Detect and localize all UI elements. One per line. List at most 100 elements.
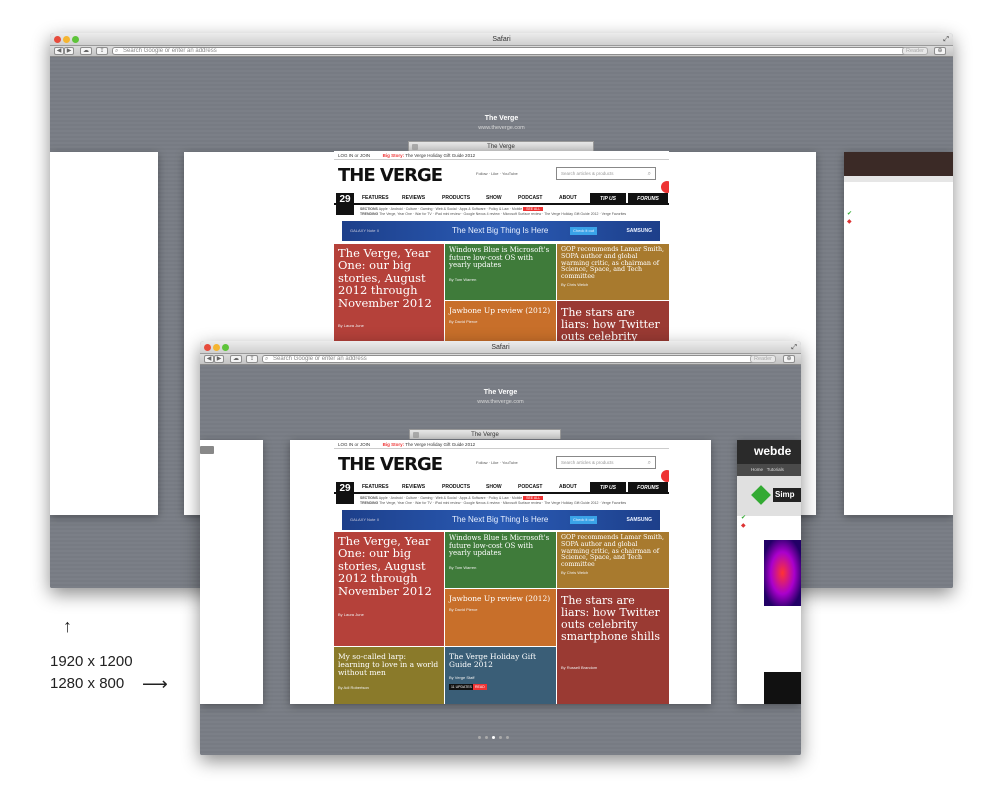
icloud-tabs-button[interactable]: ☁ [230,355,242,363]
downloads-button[interactable]: ⊕ [934,47,946,55]
address-field[interactable]: ⌕ Search Google or enter an address [112,47,920,55]
nav-about[interactable]: ABOUT [559,484,577,490]
search-icon: ⌕ [647,171,651,177]
reader-button[interactable]: Reader [902,47,928,55]
date-badge: 29 [336,193,354,215]
left-tab-page[interactable] [50,152,158,515]
forums-button[interactable]: FORUMS [628,193,668,205]
nav-features[interactable]: FEATURES [362,484,389,490]
nav-products[interactable]: PRODUCTS [442,195,470,201]
close-tab-icon[interactable] [413,432,419,438]
tile-larp[interactable]: My so-called larp: learning to love in a… [334,647,444,704]
forward-button[interactable]: ▶ [64,47,74,55]
arrow-right-icon: ⟶ [142,674,168,694]
forums-button[interactable]: FORUMS [628,482,668,494]
page-url: www.theverge.com [477,399,524,405]
login-link[interactable]: LOG IN [338,442,353,447]
main-nav: 29 FEATURES REVIEWS PRODUCTS SHOW PODCAS… [334,193,669,215]
verge-logo[interactable]: THE VERGE [338,165,443,186]
right-tab-page[interactable]: ✔ ◆ [844,152,953,515]
toolbar: ◀ ▶ ☁ ⇪ ⌕ Search Google or enter an addr… [200,354,801,365]
tile-jawbone[interactable]: Jawbone Up review (2012) By David Pierce [445,589,556,646]
page-indicator-dots[interactable] [476,726,511,744]
verge-logo[interactable]: THE VERGE [338,454,443,475]
page-url: www.theverge.com [478,125,525,131]
verge-page-large[interactable]: LOG IN or JOIN Big Story: The Verge Holi… [334,151,669,344]
nav-products[interactable]: PRODUCTS [442,484,470,490]
login-link[interactable]: LOG IN [338,153,353,158]
tile-gop[interactable]: GOP recommends Lamar Smith, SOPA author … [557,244,669,300]
left-tab-page[interactable] [200,440,263,704]
ad-banner[interactable]: GALAXY Note II The Next Big Thing Is Her… [342,510,660,530]
verge-page-small[interactable]: LOG IN or JOIN Big Story: The Verge Holi… [334,440,669,704]
nav-show[interactable]: SHOW [486,195,502,201]
nav-podcast[interactable]: PODCAST [518,195,542,201]
close-button[interactable] [204,344,211,351]
tile-jawbone[interactable]: Jawbone Up review (2012) By David Pierce [445,301,556,344]
sections-bar: SECTIONS Apple · Android · Culture · Gam… [360,496,627,505]
address-field[interactable]: ⌕ Search Google or enter an address [262,355,772,363]
search-input[interactable]: Search articles & products ⌕ [556,167,656,180]
tip-us-button[interactable]: TIP US [590,482,626,494]
page-title: The Verge [484,115,519,122]
zoom-button[interactable] [72,36,79,43]
minimize-button[interactable] [63,36,70,43]
big-story-label: Big Story: [382,153,405,158]
tile-year-one[interactable]: The Verge, Year One: our big stories, Au… [334,532,444,646]
read-badge[interactable]: READ [473,684,487,690]
window-title: Safari [491,344,510,351]
icloud-tabs-button[interactable]: ☁ [80,47,92,55]
ad-banner[interactable]: GALAXY Note II The Next Big Thing Is Her… [342,221,660,241]
right-site-logo: webde [754,444,792,458]
see-all-button[interactable]: SEE ALL [523,207,544,211]
close-button[interactable] [54,36,61,43]
tile-stars-liars[interactable]: The stars are liars: how Twitter outs ce… [557,301,669,344]
tile-windows-blue[interactable]: Windows Blue is Microsoft's future low-c… [445,244,556,300]
close-tab-icon[interactable] [412,144,418,150]
title-bar[interactable]: Safari ⤢ [50,33,953,46]
tile-gift-guide[interactable]: The Verge Holiday Gift Guide 2012 By Ver… [445,647,556,704]
page-title: The Verge [483,389,518,396]
right-tab-page[interactable]: webde Home Tutorials Simp ✔ ◆ [737,440,801,704]
fullscreen-icon[interactable]: ⤢ [943,33,949,46]
title-bar[interactable]: Safari ⤢ [200,341,801,354]
zoom-button[interactable] [222,344,229,351]
nav-features[interactable]: FEATURES [362,195,389,201]
forward-button[interactable]: ▶ [214,355,224,363]
share-button[interactable]: ⇪ [246,355,258,363]
tab-label-verge[interactable]: The Verge [408,141,594,151]
downloads-button[interactable]: ⊕ [783,355,795,363]
toolbar: ◀ ▶ ☁ ⇪ ⌕ Search Google or enter an addr… [50,46,953,57]
search-icon: ⌕ [115,48,119,54]
search-input[interactable]: Search articles & products ⌕ [556,456,656,469]
nav-reviews[interactable]: REVIEWS [402,484,425,490]
tab-label-verge[interactable]: The Verge [409,429,561,439]
window-title: Safari [492,36,511,43]
minimize-button[interactable] [213,344,220,351]
social-links[interactable]: Follow · Like · YouTube [476,171,518,176]
tile-year-one[interactable]: The Verge, Year One: our big stories, Au… [334,244,444,344]
small-size-label: 1280 x 800 [50,675,125,692]
big-story-link[interactable]: The Verge Holiday Gift Guide 2012 [405,153,475,158]
or-text: or [354,153,359,158]
join-link[interactable]: JOIN [360,153,370,158]
back-button[interactable]: ◀ [54,47,64,55]
social-links[interactable]: Follow · Like · YouTube [476,460,518,465]
join-link[interactable]: JOIN [360,442,370,447]
back-button[interactable]: ◀ [204,355,214,363]
date-badge: 29 [336,482,354,504]
tile-gop[interactable]: GOP recommends Lamar Smith, SOPA author … [557,532,669,588]
nav-show[interactable]: SHOW [486,484,502,490]
nav-podcast[interactable]: PODCAST [518,484,542,490]
reader-button[interactable]: Reader [750,355,776,363]
tile-stars-liars[interactable]: The stars are liars: how Twitter outs ce… [557,589,669,704]
nav-about[interactable]: ABOUT [559,195,577,201]
tip-us-button[interactable]: TIP US [590,193,626,205]
tile-windows-blue[interactable]: Windows Blue is Microsoft's future low-c… [445,532,556,588]
address-placeholder: Search Google or enter an address [123,48,217,54]
big-story-link[interactable]: The Verge Holiday Gift Guide 2012 [405,442,475,447]
see-all-button[interactable]: SEE ALL [523,496,544,500]
nav-reviews[interactable]: REVIEWS [402,195,425,201]
fullscreen-icon[interactable]: ⤢ [791,341,797,354]
share-button[interactable]: ⇪ [96,47,108,55]
